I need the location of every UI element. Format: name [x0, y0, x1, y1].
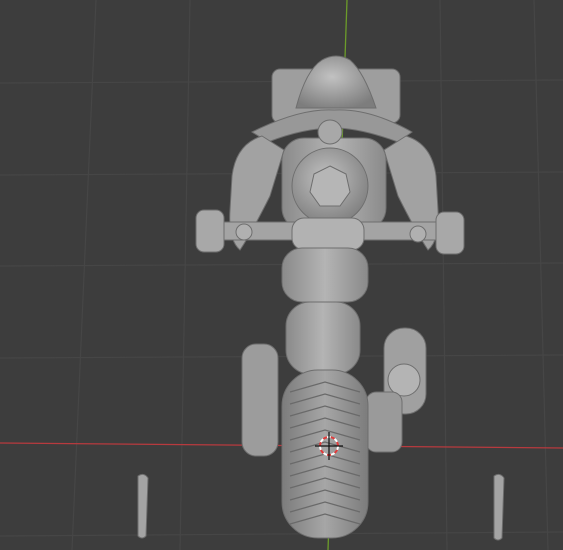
- steering-column: [291, 217, 365, 251]
- grid-line: [0, 354, 563, 359]
- viewport-canvas[interactable]: [0, 0, 563, 550]
- front-fork: [285, 301, 361, 375]
- right-blade-mesh[interactable]: [493, 473, 505, 541]
- right-mirror: [409, 225, 427, 243]
- grid-line: [0, 531, 563, 537]
- right-side-cover: [365, 391, 403, 453]
- left-side-cover: [241, 343, 279, 457]
- grid-line: [439, 0, 448, 550]
- gas-cap: [317, 119, 343, 145]
- right-grip: [435, 211, 465, 255]
- motorcycle-mesh[interactable]: [195, 55, 465, 539]
- left-grip: [195, 209, 225, 253]
- 3d-viewport[interactable]: [0, 0, 563, 550]
- grid-line: [533, 0, 549, 550]
- left-blade-mesh[interactable]: [137, 473, 149, 539]
- left-mirror: [235, 223, 253, 241]
- exhaust-tip: [387, 363, 421, 397]
- seat-back: [295, 55, 377, 109]
- front-cowl: [281, 247, 369, 303]
